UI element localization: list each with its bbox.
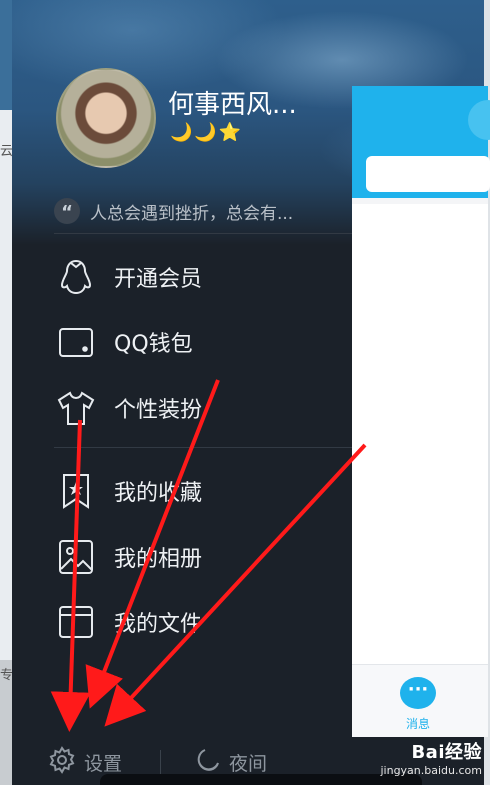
menu-item-themes[interactable]: 个性装扮: [56, 383, 202, 433]
folder-icon: [56, 602, 96, 642]
menu-label: 我的相册: [114, 547, 203, 572]
menu-item-vip[interactable]: 开通会员: [56, 252, 202, 302]
signature-row[interactable]: “ 人总会遇到挫折，总会有...: [54, 194, 352, 228]
conversation-list: [352, 204, 488, 664]
divider: [54, 233, 354, 234]
divider: [54, 447, 354, 448]
main-window-preview[interactable]: ··· 消息: [352, 86, 490, 737]
signature-text: 人总会遇到挫折，总会有...: [90, 203, 294, 224]
watermark-url: jingyan.baidu.com: [380, 764, 482, 777]
menu-label: 开通会员: [114, 267, 203, 292]
penguin-icon: [56, 257, 96, 297]
tab-label: 消息: [405, 717, 430, 731]
bookmark-star-icon: [56, 471, 96, 511]
menu-label: 我的文件: [114, 612, 203, 637]
menu-item-files[interactable]: 我的文件: [56, 597, 202, 647]
night-mode-button[interactable]: 夜间: [229, 749, 267, 776]
search-input[interactable]: [366, 156, 490, 192]
profile-name[interactable]: 何事西风...: [168, 84, 297, 121]
left-edge-strip: 云 专: [0, 0, 13, 785]
menu-label: 我的收藏: [114, 481, 203, 506]
menu-item-wallet[interactable]: QQ钱包: [56, 317, 193, 367]
moon-icon[interactable]: [195, 747, 221, 777]
wallet-icon: [56, 322, 96, 362]
level-badges[interactable]: 🌙🌙⭐: [170, 122, 243, 143]
home-indicator: [100, 774, 422, 785]
avatar[interactable]: [56, 68, 156, 168]
quote-icon: “: [54, 198, 80, 224]
photo-album-icon: [56, 537, 96, 577]
footer-divider: [160, 750, 162, 774]
tab-messages[interactable]: ··· 消息: [352, 664, 488, 737]
watermark-logo: Bai经验: [411, 742, 482, 763]
menu-label: 个性装扮: [114, 398, 203, 423]
header-avatar: [468, 100, 490, 140]
gear-icon[interactable]: [48, 746, 76, 778]
settings-button[interactable]: 设置: [84, 749, 122, 776]
tshirt-icon: [56, 388, 96, 428]
menu-item-favorites[interactable]: 我的收藏: [56, 466, 202, 516]
menu-item-album[interactable]: 我的相册: [56, 532, 202, 582]
watermark: Bai经验 jingyan.baidu.com: [380, 738, 482, 777]
menu-label: QQ钱包: [114, 332, 193, 357]
chat-bubble-icon: ···: [400, 677, 436, 709]
